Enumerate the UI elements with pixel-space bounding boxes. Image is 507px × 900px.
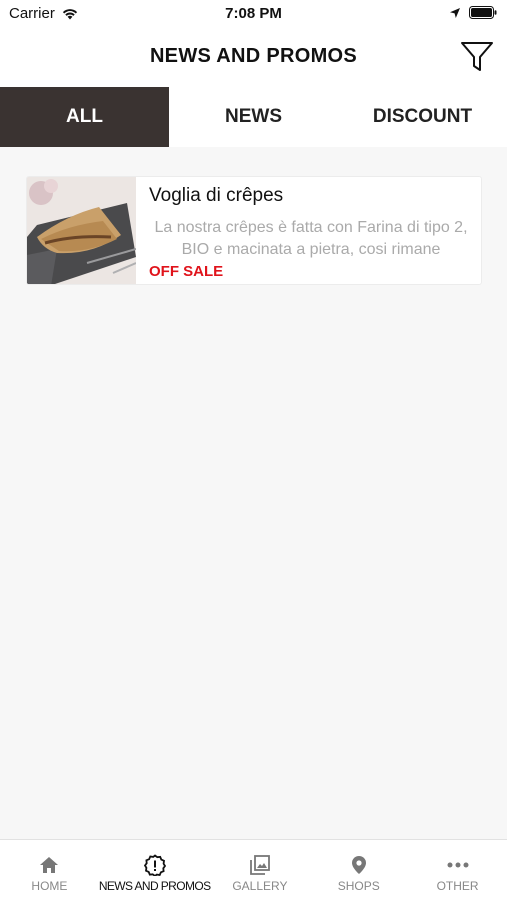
location-pin-icon bbox=[351, 856, 366, 874]
filter-icon bbox=[461, 42, 493, 71]
news-card[interactable]: Voglia di crêpes La nostra crêpes è fatt… bbox=[26, 176, 482, 285]
nav-news-and-promos-label: NEWS AND PROMOS bbox=[98, 879, 211, 893]
battery-icon bbox=[469, 6, 497, 19]
gallery-icon bbox=[250, 855, 270, 875]
category-tabs: ALL NEWS DISCOUNT bbox=[0, 87, 507, 147]
filter-button[interactable] bbox=[459, 39, 495, 75]
card-title: Voglia di crêpes bbox=[149, 185, 284, 206]
status-time: 7:08 PM bbox=[225, 5, 282, 22]
status-right bbox=[449, 6, 497, 19]
nav-other-label: OTHER bbox=[436, 879, 479, 893]
status-bar: Carrier 7:08 PM bbox=[0, 0, 507, 30]
tab-news[interactable]: NEWS bbox=[169, 87, 338, 147]
nav-other[interactable]: OTHER bbox=[408, 840, 507, 900]
bottom-tab-bar: HOME NEWS AND PROMOS GALLERY SHOPS OTHER bbox=[0, 839, 507, 900]
tab-all[interactable]: ALL bbox=[0, 87, 169, 147]
nav-gallery[interactable]: GALLERY bbox=[211, 840, 310, 900]
nav-home-label: HOME bbox=[31, 879, 68, 893]
crepe-image bbox=[27, 177, 136, 284]
header: NEWS AND PROMOS bbox=[0, 30, 507, 87]
location-arrow-icon bbox=[450, 7, 460, 18]
card-description: La nostra crêpes è fatta con Farina di t… bbox=[154, 219, 468, 258]
tab-discount[interactable]: DISCOUNT bbox=[338, 87, 507, 147]
nav-home[interactable]: HOME bbox=[0, 840, 99, 900]
sale-badge: OFF SALE bbox=[149, 263, 224, 280]
nav-news-and-promos[interactable]: NEWS AND PROMOS bbox=[99, 840, 211, 900]
nav-gallery-label: GALLERY bbox=[232, 879, 288, 893]
more-icon bbox=[447, 862, 469, 868]
page-title: NEWS AND PROMOS bbox=[149, 45, 358, 67]
news-list: Voglia di crêpes La nostra crêpes è fatt… bbox=[0, 147, 507, 839]
home-icon bbox=[40, 857, 59, 873]
nav-shops[interactable]: SHOPS bbox=[309, 840, 408, 900]
alert-icon bbox=[143, 854, 166, 876]
crepe-thumbnail bbox=[27, 177, 136, 284]
nav-shops-label: SHOPS bbox=[337, 879, 380, 893]
